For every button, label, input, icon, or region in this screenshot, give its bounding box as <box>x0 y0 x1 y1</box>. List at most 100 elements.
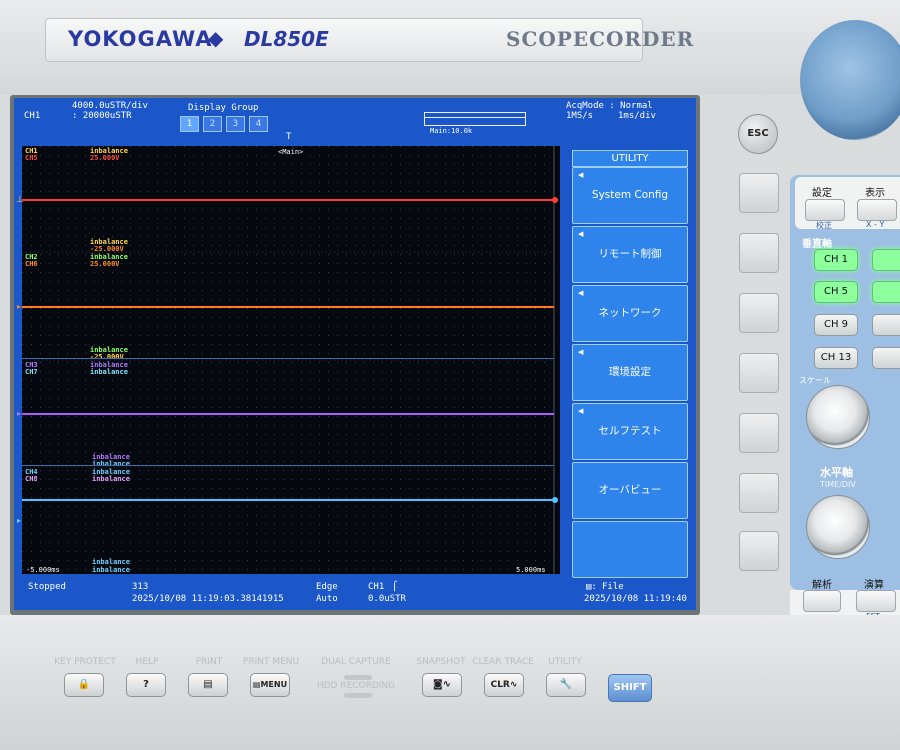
dual-capture-label: DUAL CAPTURE <box>321 657 391 667</box>
softkey-empty[interactable] <box>572 521 688 578</box>
ch9-button[interactable]: CH 9 <box>814 314 858 336</box>
submenu-arrow-icon: ◀ <box>578 289 584 297</box>
softkey-network[interactable]: ◀ ネットワーク <box>572 285 688 342</box>
key-protect-button[interactable]: 🔒 <box>64 673 104 697</box>
ch8-right-marker <box>552 497 558 503</box>
ch5-button[interactable]: CH 5 <box>814 281 858 303</box>
main-window-label: <Main> <box>278 147 304 157</box>
printer-icon: ▤ <box>203 679 213 690</box>
softkey-system-config[interactable]: ◀ System Config <box>572 167 688 224</box>
softkey-label: セルフテスト <box>598 425 662 437</box>
trigger-position-marker: T <box>286 132 292 142</box>
softkey-button-2[interactable] <box>739 233 779 273</box>
display-group-1[interactable]: 1 <box>180 116 199 132</box>
snapshot-button[interactable]: ◙∿ <box>422 673 462 697</box>
submenu-arrow-icon: ◀ <box>578 230 584 238</box>
scale-knob[interactable] <box>806 385 870 449</box>
snapshot-label: SNAPSHOT <box>416 657 466 667</box>
display-group-4[interactable]: 4 <box>249 116 268 132</box>
math-button[interactable] <box>856 590 896 612</box>
printer-menu-icon: ▤MENU <box>252 680 288 689</box>
acquisition-state: Stopped <box>28 582 66 592</box>
help-button[interactable]: ? <box>126 673 166 697</box>
ch10-button[interactable] <box>872 314 900 336</box>
trigger-type: Edge <box>316 582 338 592</box>
ch6-button[interactable] <box>872 281 900 303</box>
esc-button[interactable]: ESC <box>738 114 778 154</box>
brand-plate: YOKOGAWA ◆ DL850E SCOPECORDER <box>45 18 693 62</box>
softkey-overview[interactable]: オーバビュー <box>572 462 688 519</box>
print-label: PRINT <box>195 657 223 667</box>
jog-shuttle-knob[interactable] <box>800 20 900 140</box>
timebase-str: 4000.0uSTR/div <box>72 101 148 111</box>
file-icon: ▤: <box>586 582 597 592</box>
menu-title: UTILITY <box>572 150 688 167</box>
submenu-arrow-icon: ◀ <box>578 348 584 356</box>
print-menu-button[interactable]: ▤MENU <box>250 673 290 697</box>
ch4-marker: ▸ <box>17 516 22 525</box>
ch2-button[interactable] <box>872 249 900 271</box>
key-protect-label: KEY PROTECT <box>54 657 116 667</box>
scale-label: スケール <box>799 376 831 385</box>
shift-button[interactable]: SHIFT <box>608 674 652 702</box>
softkey-button-6[interactable] <box>739 473 779 513</box>
setup-label: 設定 <box>812 188 832 199</box>
display-group-3[interactable]: 3 <box>226 116 245 132</box>
softkey-button-5[interactable] <box>739 413 779 453</box>
ch6-marker: ▸ <box>17 302 22 311</box>
clear-trace-icon: CLR∿ <box>490 680 518 690</box>
time-div-knob[interactable] <box>806 495 870 559</box>
zoom-bar-line <box>425 117 525 118</box>
waveform-area[interactable]: CH1 CH5 inbalance 25.000V ⊥ inbalance -2… <box>16 146 560 574</box>
zoom-label: Main:10.0k <box>430 127 473 135</box>
horizontal-label: 水平軸 <box>820 466 853 479</box>
clear-trace-label: CLEAR TRACE <box>472 657 534 667</box>
ch14-button[interactable] <box>872 347 900 369</box>
ch7-trace <box>22 413 554 415</box>
softkey-remote-control[interactable]: ◀ リモート制御 <box>572 226 688 283</box>
trigger-source: CH1 <box>368 582 385 592</box>
file-label: File <box>602 582 624 592</box>
calibration-label: 校正 <box>816 221 832 230</box>
softkey-self-test[interactable]: ◀ セルフテスト <box>572 403 688 460</box>
ch5-label: CH5 <box>25 154 38 162</box>
softkey-label: リモート制御 <box>598 248 662 260</box>
camera-icon: ◙∿ <box>432 679 452 690</box>
submenu-arrow-icon: ◀ <box>578 171 584 179</box>
display-group-2[interactable]: 2 <box>203 116 222 132</box>
hdd-recording-label: HDD RECORDING <box>316 681 396 691</box>
print-button[interactable]: ▤ <box>188 673 228 697</box>
softkey-preferences[interactable]: ◀ 環境設定 <box>572 344 688 401</box>
brand-diamond-logo: ◆ <box>208 26 225 50</box>
ch6-trace <box>22 306 554 308</box>
group2-extra-val: -25.000V <box>90 245 124 253</box>
time-per-div: 1ms/div <box>618 111 656 121</box>
ch3-trace <box>22 465 554 466</box>
ch1-button[interactable]: CH 1 <box>814 249 858 271</box>
ch7-label: CH7 <box>25 368 38 376</box>
analysis-button[interactable] <box>803 590 841 612</box>
help-label: HELP <box>135 657 159 667</box>
display-button[interactable] <box>857 199 897 221</box>
bottom-button-row: KEY PROTECT 🔒 HELP ? PRINT ▤ PRINT MENU … <box>0 615 790 750</box>
setup-button[interactable] <box>805 199 845 221</box>
softkey-button-3[interactable] <box>739 293 779 333</box>
display-label: 表示 <box>865 188 885 199</box>
softkey-label: ネットワーク <box>598 307 662 319</box>
x-axis-end: 5.000ms <box>516 566 546 574</box>
ch5-right-marker <box>552 197 558 203</box>
ch7-name: inbalance <box>90 368 128 376</box>
ch13-button[interactable]: CH 13 <box>814 347 858 369</box>
display-group-label: Display Group <box>188 103 259 113</box>
ch2-trace <box>22 358 554 359</box>
time-div-label: TIME/DIV <box>820 480 856 489</box>
utility-button[interactable]: 🔧 <box>546 673 586 697</box>
ch8-name: inbalance <box>92 475 130 483</box>
clear-trace-button[interactable]: CLR∿ <box>484 673 524 697</box>
ch6-scale: 25.000V <box>90 260 120 268</box>
analysis-label: 解析 <box>812 580 832 591</box>
softkey-button-7[interactable] <box>739 531 779 571</box>
softkey-button-1[interactable] <box>739 173 779 213</box>
bottom-label-1: inbalance <box>92 558 130 566</box>
softkey-button-4[interactable] <box>739 353 779 393</box>
